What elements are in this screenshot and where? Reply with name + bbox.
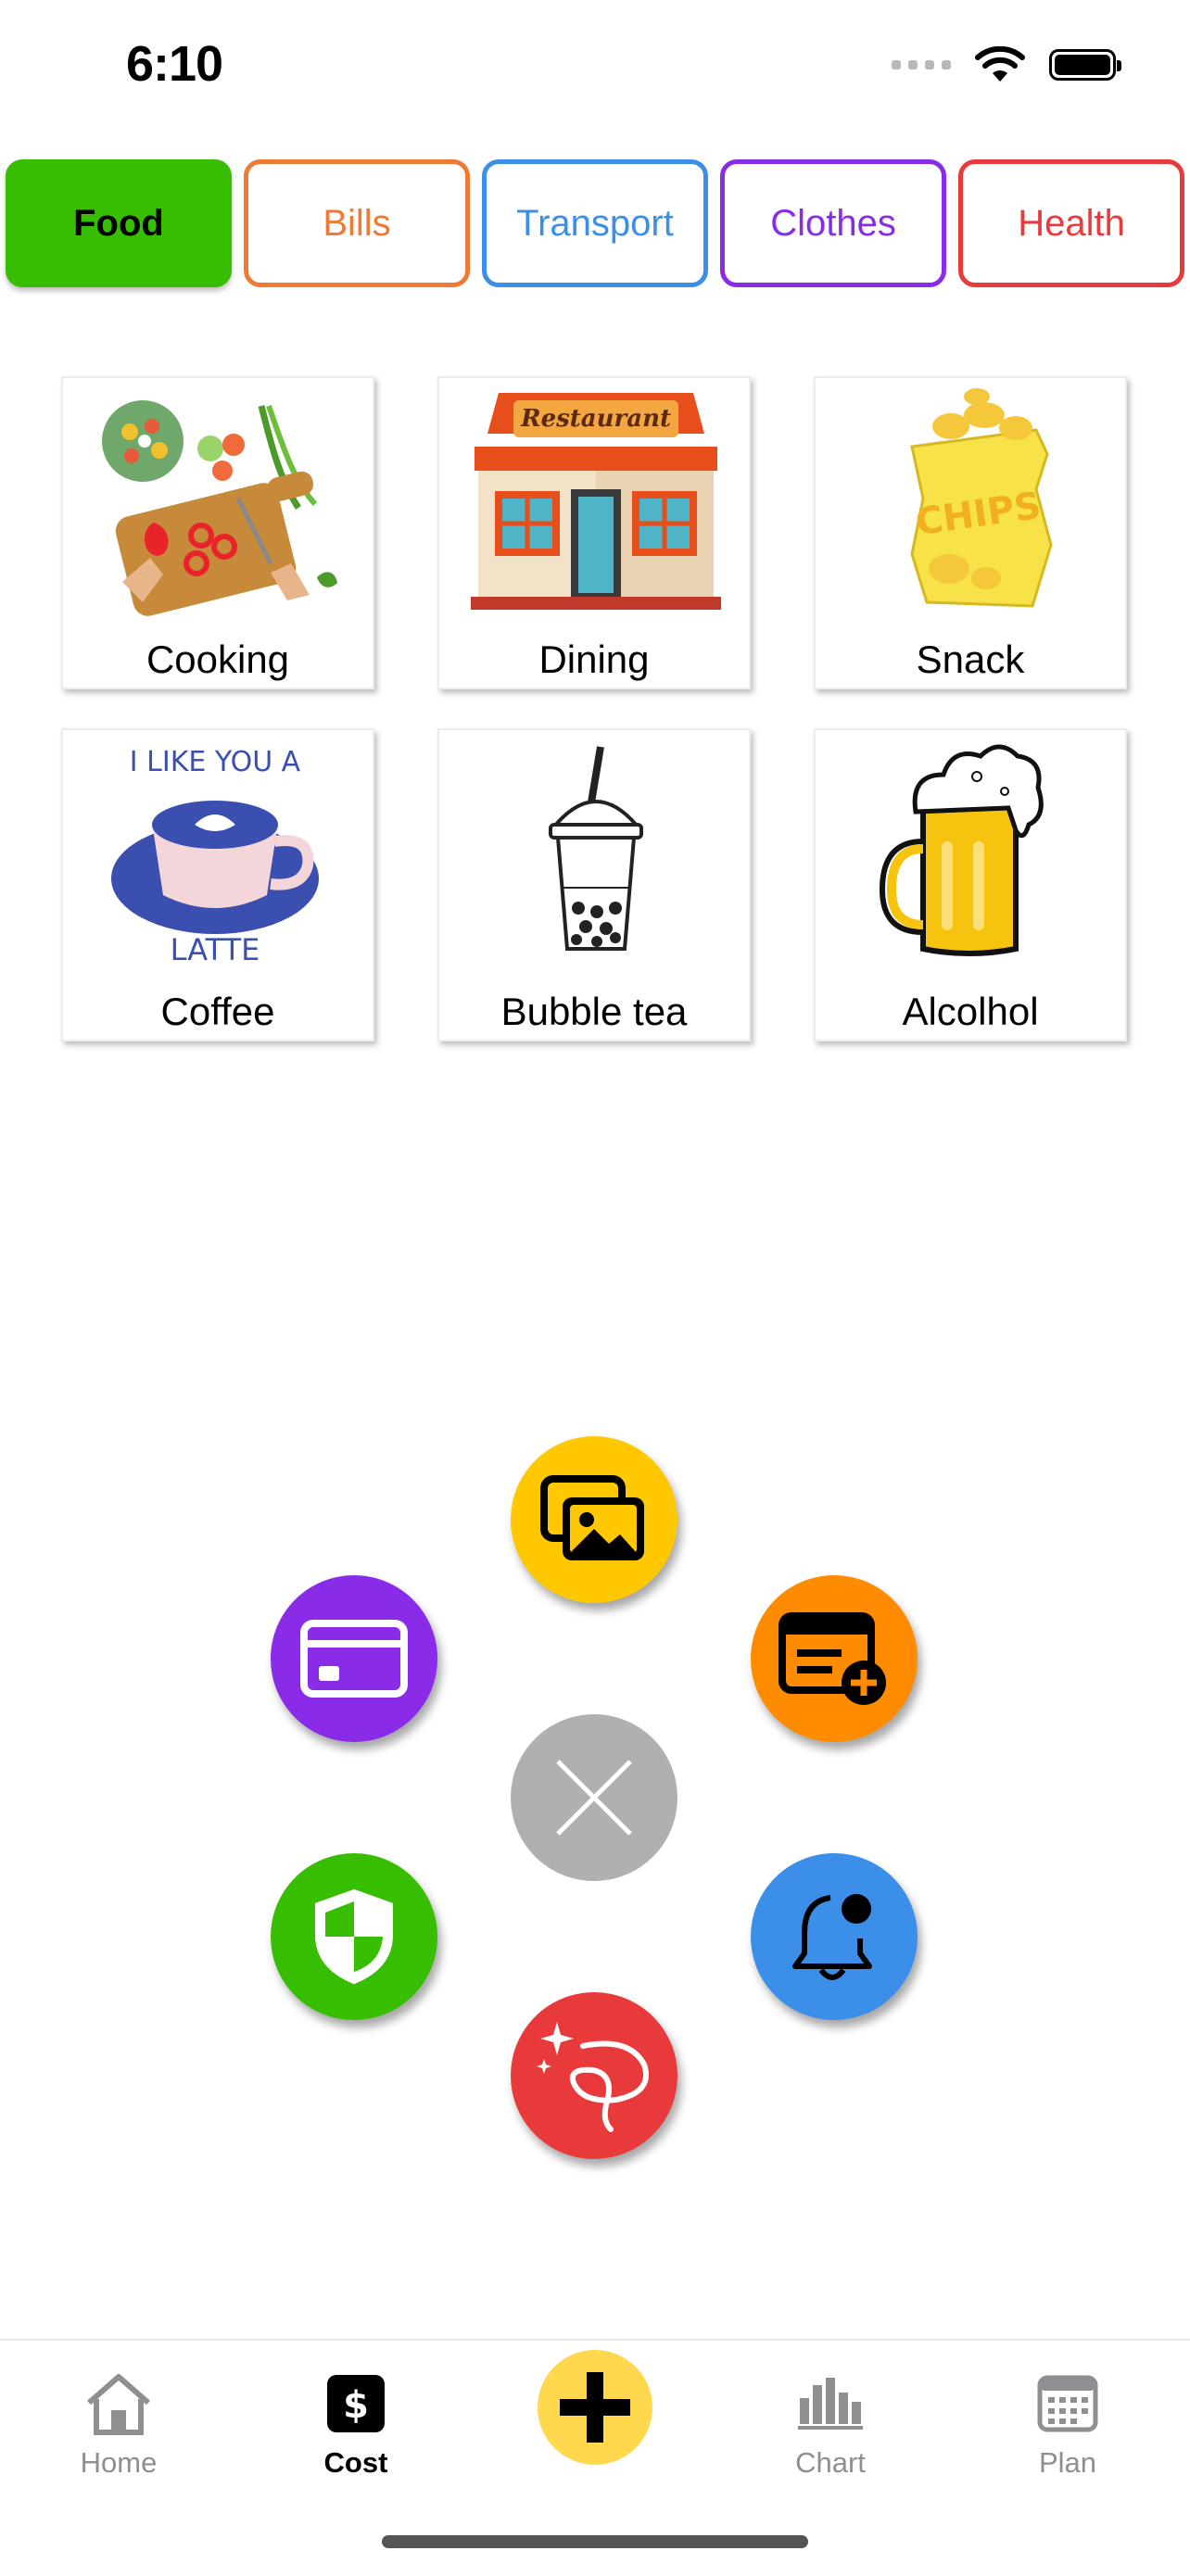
tab-label: Clothes <box>770 202 896 244</box>
item-bubble-tea[interactable]: Bubble tea <box>437 728 751 1042</box>
add-expense-button[interactable] <box>538 2350 652 2465</box>
latte-top-text: I LIKE YOU A <box>130 746 301 778</box>
chips-bag-icon: CHIPS <box>910 388 1053 608</box>
tab-label: Health <box>1018 202 1125 244</box>
house-icon <box>87 2374 150 2435</box>
photo-gallery-icon <box>540 1475 644 1560</box>
card-button[interactable] <box>271 1575 437 1742</box>
tab-label: Bills <box>323 202 391 244</box>
category-tabs: Food Bills Transport Clothes Health <box>6 159 1186 289</box>
item-label: Cooking <box>146 638 290 681</box>
item-dining[interactable]: Restaurant Dining <box>437 376 751 689</box>
nav-home[interactable]: Home <box>26 2367 211 2480</box>
nav-label: Home <box>80 2446 158 2479</box>
item-cooking[interactable]: Cooking <box>61 376 374 689</box>
security-button[interactable] <box>271 1853 437 2020</box>
tab-label: Food <box>73 202 164 244</box>
home-indicator <box>382 2535 808 2548</box>
item-label: Snack <box>916 638 1025 681</box>
sparkles-icon <box>537 2022 649 2132</box>
restaurant-sign-text: Restaurant <box>520 405 671 433</box>
credit-card-icon <box>300 1620 408 1698</box>
add-receipt-button[interactable] <box>751 1575 918 1742</box>
receipt-add-icon <box>779 1612 886 1705</box>
close-icon <box>556 1760 632 1836</box>
tab-label: Transport <box>516 202 674 244</box>
latte-cup-icon: I LIKE YOU A LATTE <box>111 746 319 967</box>
item-label: Dining <box>538 638 650 681</box>
item-snack[interactable]: CHIPS Snack <box>814 376 1127 689</box>
status-icons <box>892 46 1121 83</box>
dollar-icon: $ <box>327 2375 385 2432</box>
close-menu-button[interactable] <box>511 1714 677 1881</box>
svg-text:$: $ <box>343 2384 369 2427</box>
wifi-icon <box>975 46 1025 82</box>
item-label: Coffee <box>160 990 275 1033</box>
nav-label: Cost <box>323 2446 388 2479</box>
nav-chart[interactable]: Chart <box>738 2367 923 2480</box>
calendar-icon <box>1037 2375 1098 2432</box>
battery-icon <box>1049 49 1121 81</box>
item-label: Alcolhol <box>902 990 1039 1033</box>
tab-food[interactable]: Food <box>6 159 232 287</box>
cutting-board-icon <box>102 400 337 616</box>
ai-magic-button[interactable] <box>511 1992 677 2159</box>
nav-label: Chart <box>795 2446 866 2479</box>
item-alcohol[interactable]: Alcolhol <box>814 728 1127 1042</box>
tab-bills[interactable]: Bills <box>244 159 470 287</box>
plus-icon <box>560 2372 630 2443</box>
nav-plan[interactable]: Plan <box>975 2367 1160 2480</box>
shield-icon <box>315 1888 393 1985</box>
notifications-button[interactable] <box>751 1853 918 2020</box>
cellular-signal-icon <box>892 60 951 69</box>
bubble-tea-icon <box>549 746 643 951</box>
tab-transport[interactable]: Transport <box>482 159 708 287</box>
bar-chart-icon <box>798 2378 863 2430</box>
item-coffee[interactable]: I LIKE YOU A LATTE Coffee <box>61 728 374 1042</box>
tab-health[interactable]: Health <box>958 159 1184 287</box>
restaurant-icon: Restaurant <box>471 393 721 610</box>
status-time: 6:10 <box>126 36 223 92</box>
bell-icon <box>792 1894 872 1980</box>
tab-clothes[interactable]: Clothes <box>720 159 946 287</box>
gallery-button[interactable] <box>511 1436 677 1603</box>
item-label: Bubble tea <box>500 990 688 1033</box>
latte-bottom-text: LATTE <box>171 932 260 967</box>
nav-cost[interactable]: $ Cost <box>263 2367 449 2480</box>
beer-mug-icon <box>879 744 1044 956</box>
nav-label: Plan <box>1038 2446 1097 2479</box>
